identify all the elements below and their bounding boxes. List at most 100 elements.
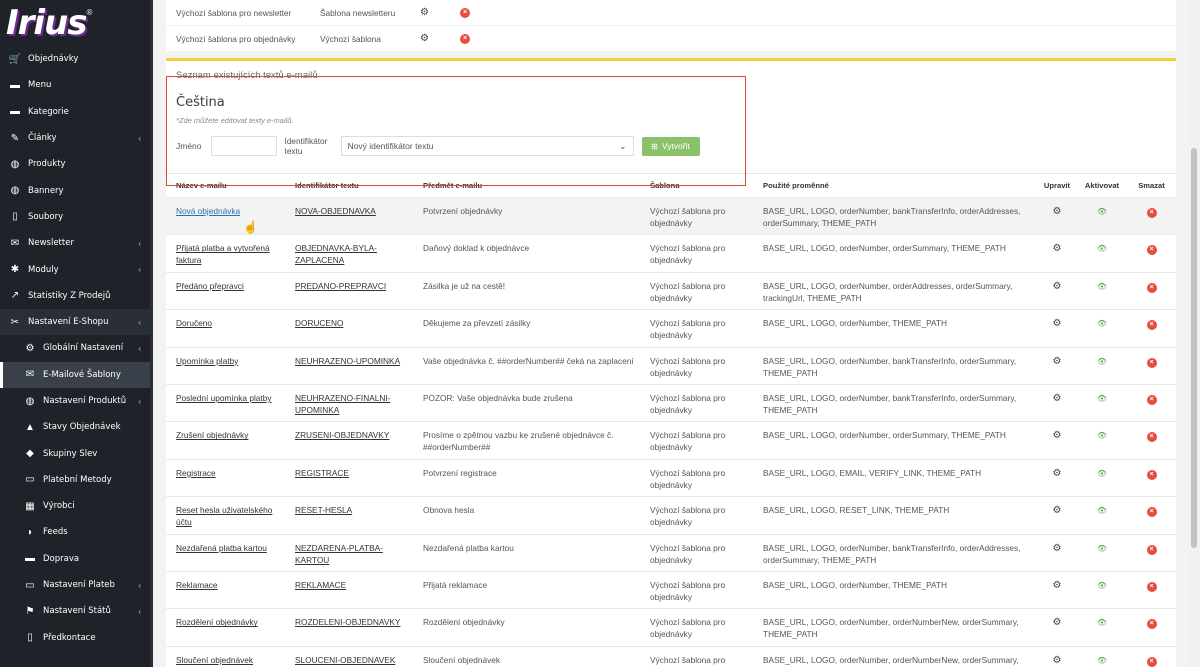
delete-icon[interactable]: × [1146, 619, 1157, 630]
email-name-link[interactable]: Nová objednávka [166, 196, 285, 235]
chevron-left-icon: ‹ [138, 396, 141, 406]
sidebar-item[interactable]: ✉ E-Mailové Šablony [0, 361, 153, 389]
gear-icon[interactable]: ⚙ [1053, 281, 1062, 292]
sidebar-item[interactable]: ▯ Soubory [0, 204, 153, 230]
sidebar-item[interactable]: ⚙ Globální Nastavení ‹ [0, 335, 153, 361]
email-name-link[interactable]: Předáno přepravci [166, 271, 285, 310]
gear-icon[interactable]: ⚙ [1053, 206, 1062, 217]
delete-icon[interactable]: × [1146, 208, 1157, 218]
delete-icon[interactable]: × [1146, 432, 1157, 443]
email-name-link[interactable]: Doručeno [166, 309, 285, 348]
delete-icon[interactable]: × [460, 33, 470, 44]
delete-icon[interactable]: × [1146, 357, 1157, 368]
email-name-link[interactable]: Sloučení objednávek [166, 645, 285, 667]
identifier-select[interactable]: Nový identifikátor textu ⌄ [340, 136, 634, 156]
gear-icon[interactable]: ⚙ [1053, 617, 1062, 628]
email-identifier-link[interactable]: RESET-HESLA [285, 496, 413, 535]
sidebar-item[interactable]: ↗ Statistiky Z Prodejů [0, 283, 153, 309]
email-identifier-link[interactable]: OBJEDNAVKA-BYLA-ZAPLACENA [285, 234, 413, 273]
delete-icon[interactable]: × [1146, 394, 1157, 405]
eye-icon[interactable]: 👁 [1097, 281, 1107, 293]
email-name-link[interactable]: Zrušení objednávky [166, 421, 285, 460]
eye-icon[interactable]: 👁 [1097, 655, 1107, 667]
sidebar-item[interactable]: ▯ Předkontace [0, 625, 153, 651]
gear-icon[interactable]: ⚙ [1053, 393, 1062, 404]
name-input[interactable] [210, 136, 277, 156]
email-name-link[interactable]: Nezdařená platba kartou [166, 533, 285, 572]
eye-icon[interactable]: 👁 [1097, 393, 1107, 405]
sidebar-item[interactable]: ⚑ Nastavení Států ‹ [0, 598, 153, 624]
email-name-link[interactable]: Registrace [166, 458, 285, 497]
sidebar-item[interactable]: ✉ Newsletter ‹ [0, 230, 153, 256]
email-name-link[interactable]: Reklamace [166, 570, 285, 609]
delete-icon[interactable]: × [1146, 469, 1157, 480]
email-identifier-link[interactable]: REGISTRACE [285, 458, 413, 497]
delete-icon[interactable]: × [1146, 320, 1157, 331]
page-scrollbar[interactable] [1188, 0, 1200, 667]
eye-icon[interactable]: 👁 [1097, 430, 1107, 442]
email-name-link[interactable]: Upomínka platby [166, 346, 285, 385]
email-identifier-link[interactable]: PREDANO-PREPRAVCI [285, 271, 413, 310]
email-identifier-link[interactable]: NOVA-OBJEDNAVKA [285, 196, 413, 235]
gear-icon[interactable]: ⚙ [1053, 430, 1062, 441]
delete-icon[interactable]: × [1146, 507, 1157, 518]
eye-icon[interactable]: 👁 [1097, 617, 1107, 629]
delete-icon[interactable]: × [1146, 656, 1157, 667]
gear-icon[interactable]: ⚙ [1053, 580, 1062, 591]
sidebar-item[interactable]: ▭ Nastavení Plateb ‹ [0, 572, 153, 598]
sidebar-item[interactable]: ◗ Feeds [0, 519, 153, 545]
email-identifier-link[interactable]: SLOUCENI-OBJEDNAVEK [285, 645, 413, 667]
email-identifier-link[interactable]: NEUHRAZENO-UPOMINKA [285, 346, 413, 385]
gear-icon[interactable]: ⚙ [1053, 243, 1062, 254]
email-identifier-link[interactable]: ZRUSENI-OBJEDNAVKY [285, 421, 413, 460]
gear-icon[interactable]: ⚙ [1053, 655, 1062, 666]
gear-icon[interactable]: ⚙ [1053, 543, 1062, 554]
delete-icon[interactable]: × [1146, 581, 1157, 592]
email-identifier-link[interactable]: NEZDARENA-PLATBA-KARTOU [285, 533, 413, 572]
eye-icon[interactable]: 👁 [1097, 356, 1107, 368]
email-name-link[interactable]: Reset hesla uživatelského účtu [166, 496, 285, 535]
page-scrollbar-thumb[interactable] [1191, 148, 1197, 548]
eye-icon[interactable]: 👁 [1097, 580, 1107, 592]
email-identifier-link[interactable]: ROZDELENI-OBJEDNAVKY [285, 608, 413, 647]
sidebar-item[interactable]: ▬ Kategorie [0, 99, 153, 125]
gear-icon[interactable]: ⚙ [1053, 468, 1062, 479]
eye-icon[interactable]: 👁 [1097, 468, 1107, 480]
sidebar-scrollbar[interactable] [150, 0, 153, 667]
gear-icon[interactable]: ⚙ [420, 33, 460, 44]
email-identifier-link[interactable]: DORUCENO [285, 309, 413, 348]
email-name-link[interactable]: Poslední upomínka platby [166, 383, 285, 422]
sidebar-item[interactable]: ◍ Produkty [0, 151, 153, 177]
sidebar-item[interactable]: ✎ Články ‹ [0, 125, 153, 151]
gear-icon[interactable]: ⚙ [1053, 356, 1062, 367]
gear-icon[interactable]: ⚙ [420, 7, 460, 18]
delete-icon[interactable]: × [1146, 544, 1157, 555]
sidebar-item[interactable]: ▲ Stavy Objednávek [0, 414, 153, 440]
delete-icon[interactable]: × [1146, 282, 1157, 293]
eye-icon[interactable]: 👁 [1097, 318, 1107, 330]
eye-icon[interactable]: 👁 [1097, 206, 1107, 218]
gear-icon[interactable]: ⚙ [1053, 318, 1062, 329]
email-identifier-link[interactable]: REKLAMACE [285, 570, 413, 609]
sidebar-item[interactable]: ◆ Skupiny Slev [0, 440, 153, 466]
logo[interactable]: Irius ® [0, 0, 153, 46]
eye-icon[interactable]: 👁 [1097, 243, 1107, 255]
email-name-link[interactable]: Rozdělení objednávky [166, 608, 285, 647]
sidebar-item[interactable]: 🛒 Objednávky [0, 46, 153, 72]
eye-icon[interactable]: 👁 [1097, 543, 1107, 555]
sidebar-item[interactable]: ▬ Menu [0, 72, 153, 98]
sidebar-item[interactable]: ◍ Nastavení Produktů ‹ [0, 388, 153, 414]
gear-icon[interactable]: ⚙ [1053, 505, 1062, 516]
delete-icon[interactable]: × [460, 7, 470, 18]
email-name-link[interactable]: Přijatá platba a vytvořená faktura [166, 234, 285, 273]
create-button[interactable]: ⊞ Vytvořit [641, 136, 700, 156]
delete-icon[interactable]: × [1146, 245, 1157, 256]
sidebar-item[interactable]: ▦ Výrobci [0, 493, 153, 519]
email-identifier-link[interactable]: NEUHRAZENO-FINALNI-UPOMINKA [285, 383, 413, 422]
sidebar-item[interactable]: ✱ Moduly ‹ [0, 256, 153, 282]
sidebar-item[interactable]: ▭ Platební Metody [0, 467, 153, 493]
sidebar-item[interactable]: ◍ Bannery [0, 177, 153, 203]
eye-icon[interactable]: 👁 [1097, 505, 1107, 517]
sidebar-item[interactable]: ✂ Nastavení E-Shopu ‹ [0, 308, 153, 336]
sidebar-item[interactable]: ▬ Doprava [0, 546, 153, 572]
